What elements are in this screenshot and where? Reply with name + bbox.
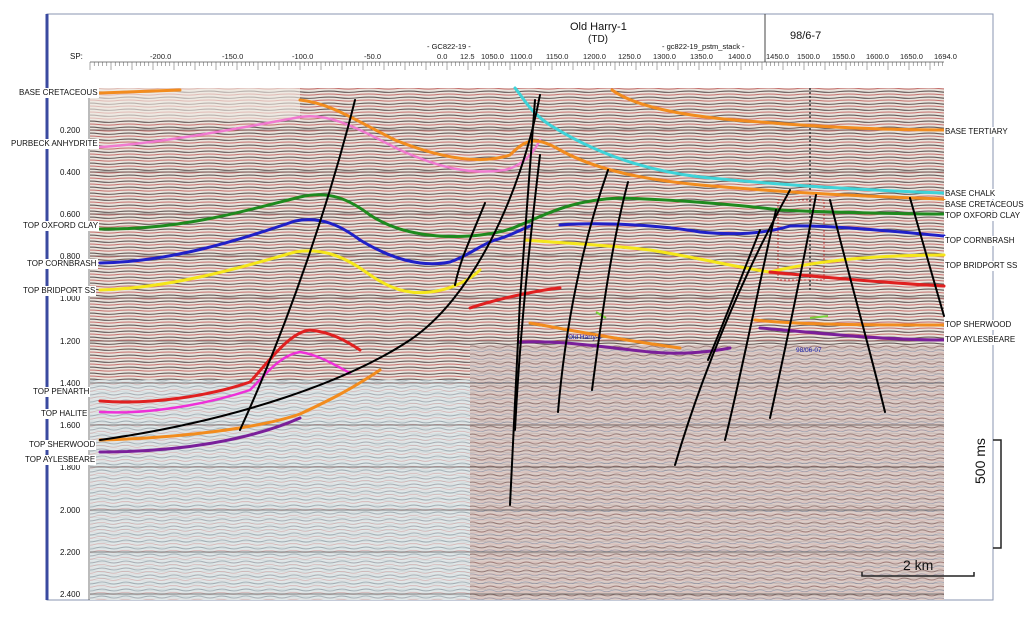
- sp-tick-label: 0.0: [437, 52, 448, 61]
- left-horizon-label: TOP BRIDPORT SS: [22, 286, 97, 296]
- vertical-scale-label: 500 ms: [972, 438, 988, 484]
- left-horizon-label: TOP HALITE: [40, 409, 89, 419]
- sp-label: SP:: [70, 52, 83, 61]
- time-tick-label: 2.200: [60, 548, 81, 557]
- well-td: (TD): [588, 34, 608, 45]
- right-horizon-label: BASE TERTIARY: [944, 127, 1009, 137]
- time-tick-label: 1.200: [60, 337, 81, 346]
- left-horizon-label: TOP AYLESBEARE: [24, 455, 97, 465]
- right-horizon-label: TOP SHERWOOD: [944, 320, 1013, 330]
- sp-tick-label: 1450.0: [766, 52, 789, 61]
- right-horizon-label: TOP AYLESBEARE: [944, 335, 1017, 345]
- time-tick-label: 0.200: [60, 126, 81, 135]
- sp-tick-label: 12.5: [460, 52, 475, 61]
- sp-tick-label: -100.0: [292, 52, 314, 61]
- basement-noise-left: [90, 380, 470, 600]
- well-label-old-harry: Old Harry-1: [568, 334, 602, 341]
- sp-tick-label: 1250.0: [618, 52, 641, 61]
- seismic-figure: Old Harry-1 (TD) - GC822-19 - - gc822-19…: [0, 0, 1024, 612]
- sp-tick-label: 1650.0: [900, 52, 923, 61]
- sp-tick-label: 1400.0: [728, 52, 751, 61]
- line-right-name: - gc822-19_pstm_stack -: [662, 42, 745, 51]
- line-left-name: - GC822-19 -: [427, 42, 471, 51]
- sp-tick-label: 1050.0: [481, 52, 504, 61]
- sp-tick-label: 1500.0: [797, 52, 820, 61]
- sp-tick-label: 1200.0: [583, 52, 606, 61]
- sp-tick-label: 1100.0: [510, 52, 533, 61]
- block-id: 98/6-7: [790, 30, 822, 42]
- left-horizon-label: TOP SHERWOOD: [28, 440, 97, 450]
- sp-tick-label: -50.0: [364, 52, 382, 61]
- left-horizon-label: PURBECK ANHYDRITE: [10, 139, 99, 149]
- time-tick-label: 0.400: [60, 168, 81, 177]
- time-tick-label: 1.600: [60, 421, 81, 430]
- sp-tick-label: -150.0: [222, 52, 244, 61]
- seismic-section-svg: [45, 13, 1002, 601]
- well-label-98-06-07: 98/06-07: [796, 347, 822, 354]
- left-horizon-label: TOP PENARTH: [32, 387, 91, 397]
- sp-tick-label: 1694.0: [934, 52, 957, 61]
- right-horizon-label: BASE CHALK: [944, 189, 997, 199]
- sp-tick-label: -200.0: [150, 52, 172, 61]
- time-tick-label: 0.600: [60, 210, 81, 219]
- sp-tick-label: 1350.0: [690, 52, 713, 61]
- vertical-scale-bar: [993, 439, 1002, 549]
- right-horizon-label: TOP OXFORD CLAY: [944, 211, 1022, 221]
- sp-tick-label: 1550.0: [832, 52, 855, 61]
- sp-tick-label: 1150.0: [546, 52, 569, 61]
- sp-tick-label: 1600.0: [866, 52, 889, 61]
- time-tick-label: 2.000: [60, 506, 81, 515]
- sp-tick-label: 1300.0: [653, 52, 676, 61]
- right-horizon-label: TOP BRIDPORT SS: [944, 261, 1019, 271]
- horizontal-scale-label: 2 km: [903, 557, 934, 573]
- left-horizon-label: TOP OXFORD CLAY: [22, 221, 100, 231]
- left-horizon-label: BASE CRETACEOUS: [18, 88, 99, 98]
- time-tick-label: 2.400: [60, 590, 81, 599]
- well-title: Old Harry-1: [570, 21, 627, 33]
- left-horizon-label: TOP CORNBRASH: [26, 259, 98, 269]
- right-horizon-label: TOP CORNBRASH: [944, 236, 1016, 246]
- right-horizon-label: BASE CRETACEOUS: [944, 200, 1024, 210]
